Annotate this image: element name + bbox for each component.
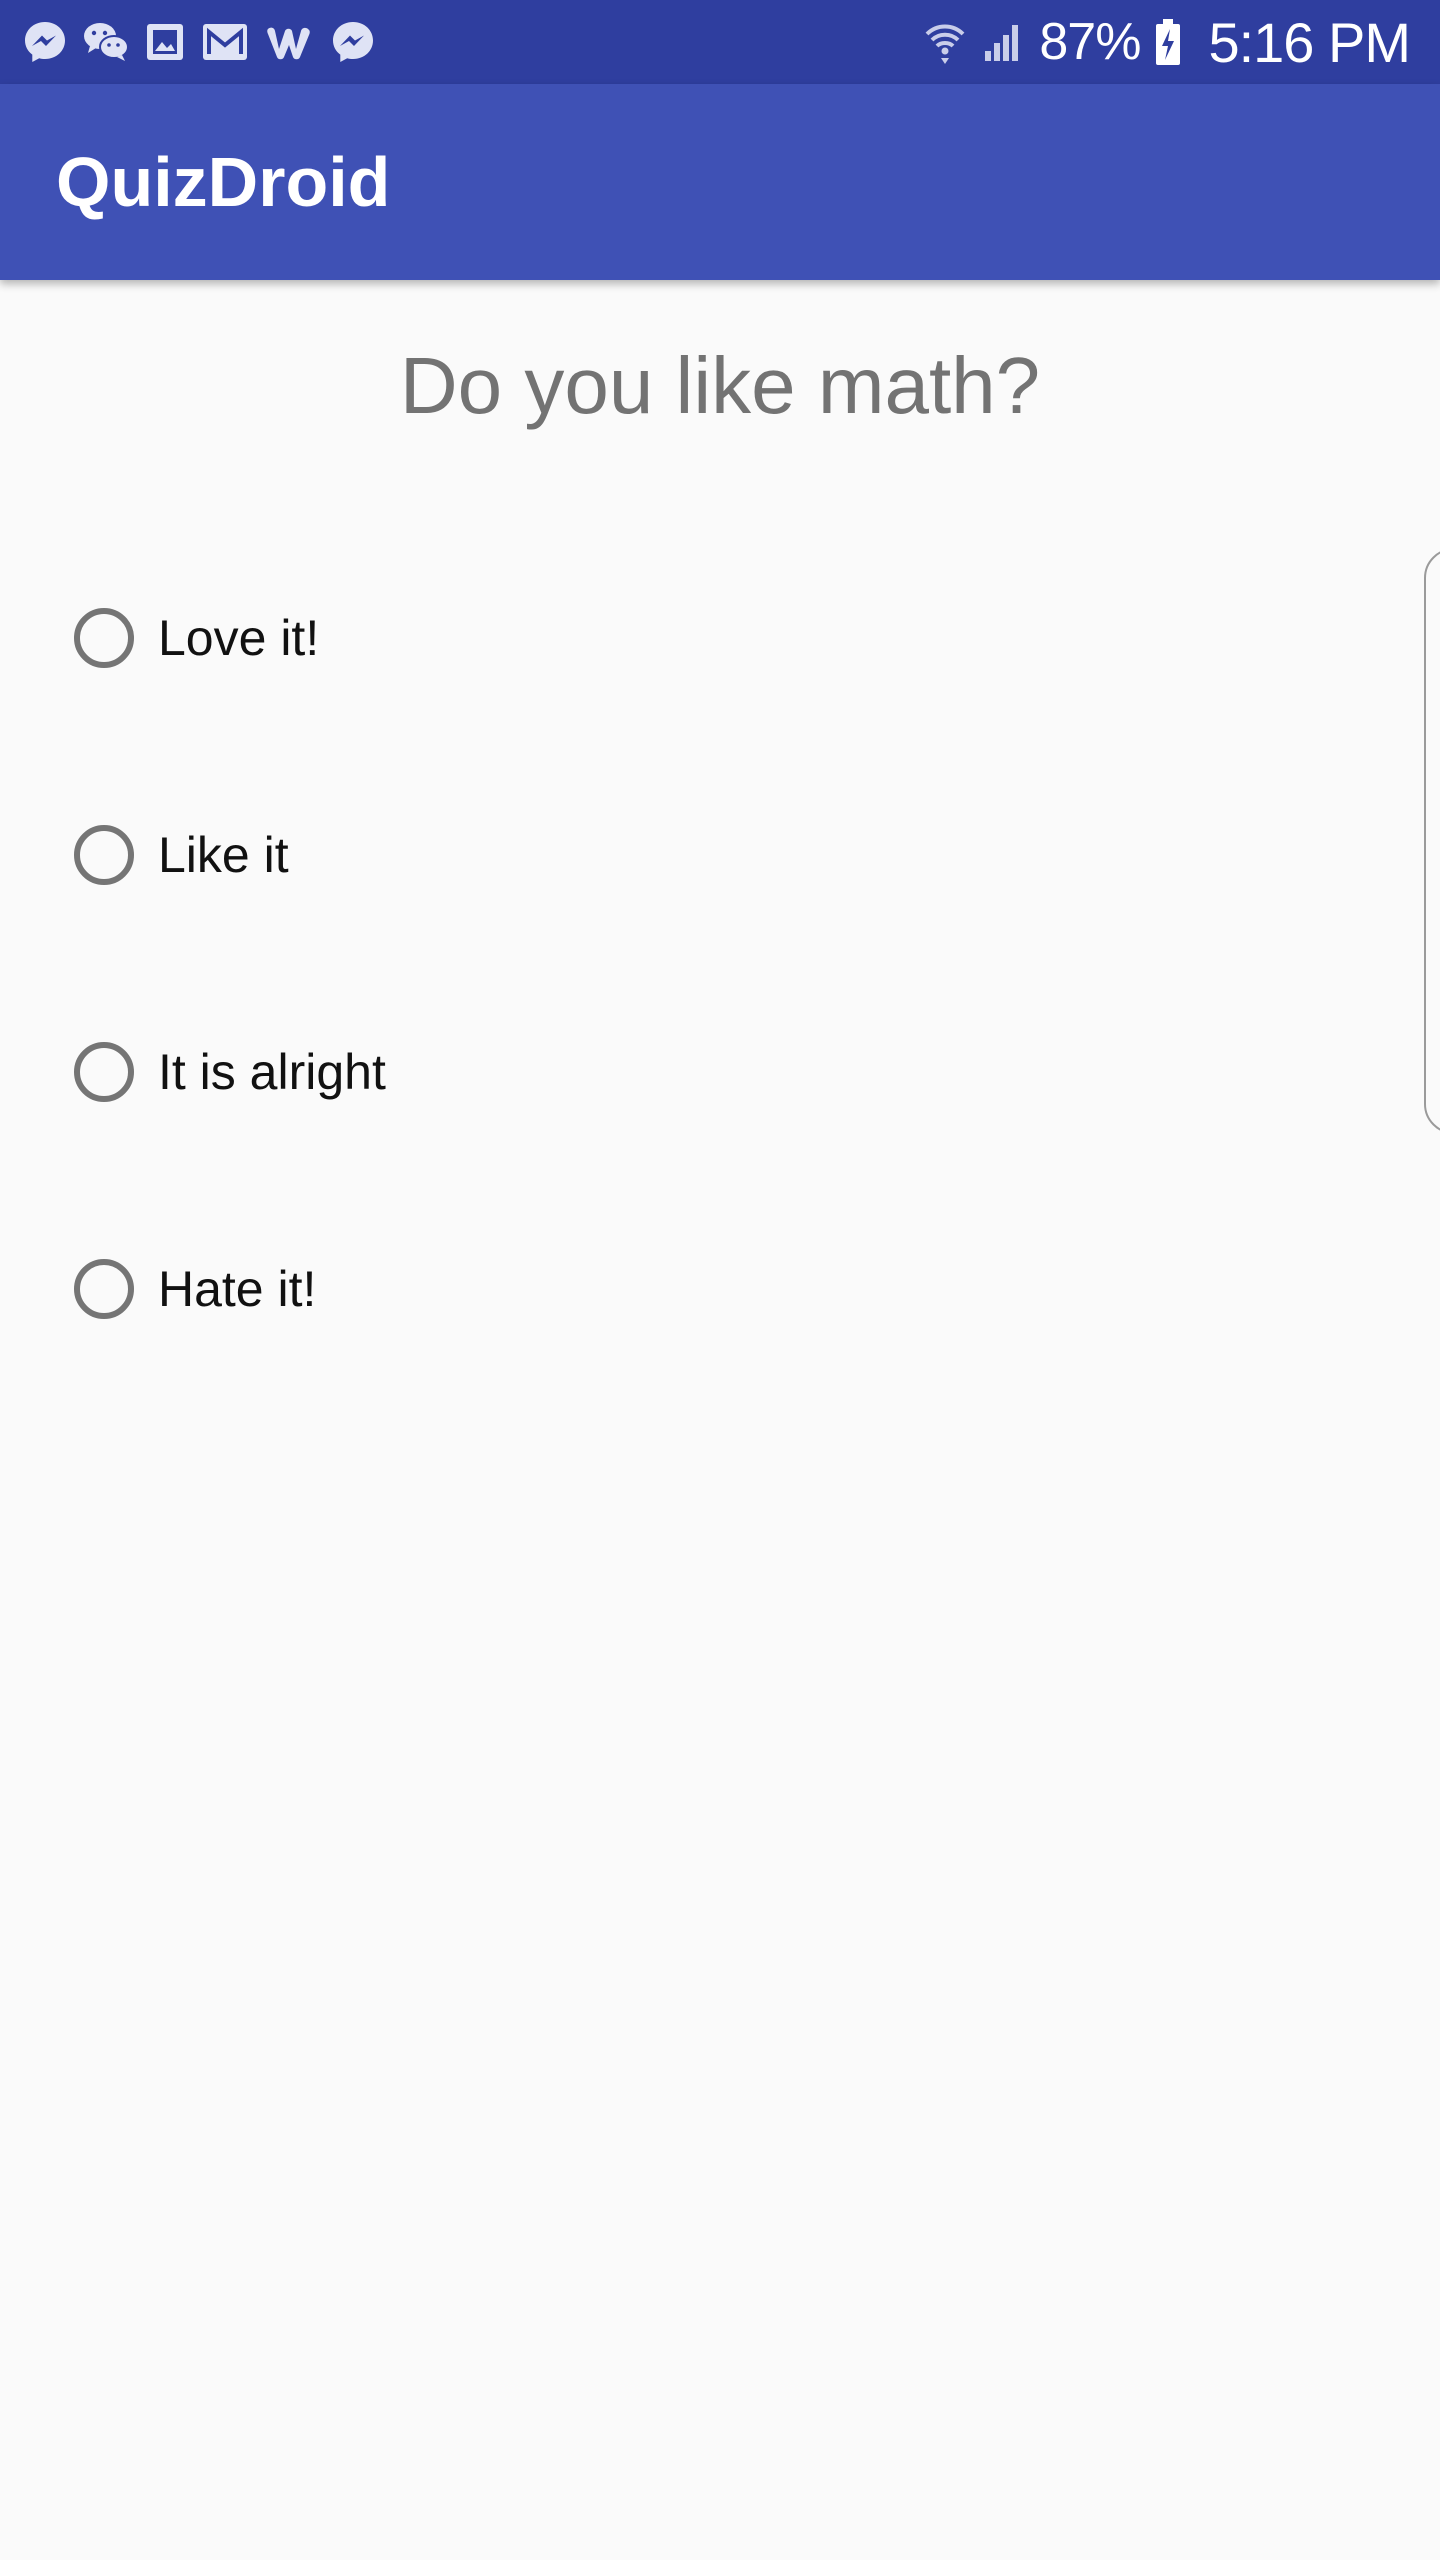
clock: 5:16 PM (1208, 10, 1411, 74)
messenger-icon (330, 19, 376, 65)
option-love-it[interactable]: Love it! (74, 588, 319, 688)
system-status: 87% 5:16 PM (923, 0, 1411, 84)
wechat-icon (82, 19, 130, 65)
radio-button[interactable] (74, 608, 134, 668)
messenger-icon (22, 19, 68, 65)
option-label: Love it! (158, 610, 320, 666)
gallery-icon (144, 21, 186, 63)
option-label: Like it (158, 827, 289, 883)
cell-signal-icon (981, 19, 1025, 65)
radio-button[interactable] (74, 1042, 134, 1102)
edge-panel-handle[interactable] (1424, 548, 1440, 1134)
status-bar: 87% 5:16 PM (0, 0, 1440, 84)
option-hate-it[interactable]: Hate it! (74, 1239, 316, 1339)
wattpad-icon (264, 21, 316, 63)
question-text: Do you like math? (399, 341, 1041, 430)
option-it-is-alright[interactable]: It is alright (74, 1022, 386, 1122)
wifi-icon (923, 18, 967, 66)
screen: 87% 5:16 PM QuizDroid Do you like math? … (0, 0, 1440, 2560)
radio-button[interactable] (74, 1259, 134, 1319)
option-label: Hate it! (158, 1261, 317, 1317)
radio-button[interactable] (74, 825, 134, 885)
app-bar: QuizDroid (0, 84, 1440, 280)
option-label: It is alright (158, 1044, 386, 1100)
gmail-icon (200, 21, 250, 63)
app-title: QuizDroid (56, 143, 391, 221)
battery-charging-icon (1154, 17, 1182, 67)
notification-icons (22, 16, 376, 68)
battery-percent: 87% (1039, 13, 1141, 71)
option-like-it[interactable]: Like it (74, 805, 289, 905)
